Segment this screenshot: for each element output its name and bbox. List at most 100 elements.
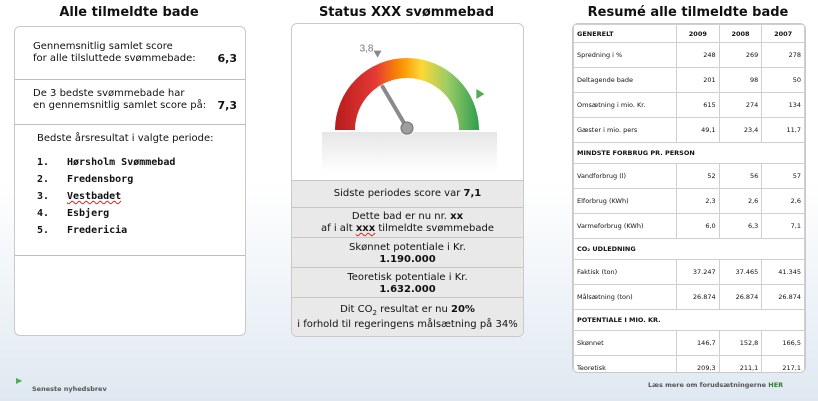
row-label: Vandforbrug (l) xyxy=(573,163,677,189)
best-results-heading: Bedste årsresultat i valgte periode: xyxy=(37,133,214,144)
co2-result-row: Dit CO2 resultat er nu 20% i forhold til… xyxy=(292,297,523,336)
row-value: 269 xyxy=(718,42,763,68)
left-title: Alle tilmeldte bade xyxy=(59,5,199,20)
row-label: Gæster i mio. pers xyxy=(573,117,677,143)
pool-status-card: 3,8 Sidste periodes score var 7,1 Dette … xyxy=(291,23,524,337)
best-results-section: Bedste årsresultat i valgte periode: 1. H… xyxy=(15,125,245,256)
header-cell: 2007 xyxy=(761,24,805,43)
gauge-marker-triangle xyxy=(373,50,382,58)
avg-score-label-1: Gennemsnitlig samlet score xyxy=(33,41,173,52)
header-cell: GENERELT xyxy=(573,24,677,43)
row-value: 6,0 xyxy=(676,213,720,239)
table-section-row: CO₂ UDLEDNING xyxy=(573,238,805,260)
section-title: MINDSTE FORBRUG PR. PERSON xyxy=(573,142,805,164)
table-row: Vandforbrug (l) 52 56 57 xyxy=(573,163,805,189)
header-cell: 2009 xyxy=(676,24,720,43)
section-title: CO₂ UDLEDNING xyxy=(573,238,805,260)
table-header-row: GENERELT 2009 2008 2007 xyxy=(573,24,805,43)
mid-title: Status XXX svømmebad xyxy=(318,5,495,20)
row-value: 23,4 xyxy=(718,117,763,143)
list-item: 5. Fredericia xyxy=(37,225,128,236)
last-score-row: Sidste periodes score var 7,1 xyxy=(292,180,523,207)
row-value: 201 xyxy=(676,67,720,93)
row-value: 2,6 xyxy=(761,188,805,214)
table-row: Omsætning i mio. Kr. 615 274 134 xyxy=(573,92,805,118)
row-label: Elforbrug (KWh) xyxy=(573,188,677,214)
gauge-needle xyxy=(380,84,414,135)
row-value: 26.874 xyxy=(718,284,763,310)
row-value: 98 xyxy=(718,67,763,93)
row-value: 52 xyxy=(676,163,720,189)
row-value: 615 xyxy=(676,92,720,118)
table-row: Teoretisk 209,3 211,1 217,1 xyxy=(573,355,805,372)
gauge-arc xyxy=(335,58,479,130)
top3-score-section: De 3 bedste svømmebade har en gennemsnit… xyxy=(15,80,245,125)
row-value: 49,1 xyxy=(676,117,720,143)
row-value: 211,1 xyxy=(718,355,763,372)
table-row: Elforbrug (KWh) 2,3 2,6 2,6 xyxy=(573,188,805,214)
row-value: 26.874 xyxy=(676,284,720,310)
row-label: Omsætning i mio. Kr. xyxy=(573,92,677,118)
gauge-reflection xyxy=(322,132,497,172)
row-label: Målsætning (ton) xyxy=(573,284,677,310)
table-section-row: MINDSTE FORBRUG PR. PERSON xyxy=(573,142,805,164)
table-row: Spredning i % 248 269 278 xyxy=(573,42,805,68)
row-value: 278 xyxy=(761,42,805,68)
row-value: 209,3 xyxy=(676,355,720,372)
score-gauge: 3,8 xyxy=(292,24,523,180)
top3-score-value: 7,3 xyxy=(217,99,238,112)
list-item: 4. Esbjerg xyxy=(37,208,110,219)
theoretical-potential-row: Teoretisk potentiale i Kr. 1.632.000 xyxy=(292,267,523,297)
summary-table-body: GENERELT 2009 2008 2007 Spredning i % 248… xyxy=(573,24,805,372)
row-label: Spredning i % xyxy=(573,42,677,68)
gauge-marker-label: 3,8 xyxy=(360,44,374,55)
more-info-link[interactable]: HER xyxy=(768,381,783,389)
gauge-svg: 3,8 xyxy=(322,44,497,172)
summary-card: GENERELT 2009 2008 2007 Spredning i % 248… xyxy=(572,23,806,373)
all-pools-card: Gennemsnitlig samlet score for alle tils… xyxy=(14,26,246,336)
row-value: 2,3 xyxy=(676,188,720,214)
row-value: 50 xyxy=(761,67,805,93)
row-label: Deltagende bade xyxy=(573,67,677,93)
header-cell: 2008 xyxy=(718,24,763,43)
newsletter-link[interactable]: ▶ Seneste nyhedsbrev xyxy=(16,376,107,393)
row-value: 37.465 xyxy=(718,259,763,285)
estimated-potential-row: Skønnet potentiale i Kr. 1.190.000 xyxy=(292,237,523,267)
summary-table: GENERELT 2009 2008 2007 Spredning i % 248… xyxy=(573,24,805,372)
average-score-section: Gennemsnitlig samlet score for alle tils… xyxy=(15,27,245,80)
row-value: 166,5 xyxy=(761,330,805,356)
row-value: 274 xyxy=(718,92,763,118)
row-value: 37.247 xyxy=(676,259,720,285)
row-value: 134 xyxy=(761,92,805,118)
more-info-text: Læs mere om forudsætningerne HER xyxy=(648,381,784,389)
list-item: 3. Vestbadet xyxy=(37,191,122,202)
row-value: 41.345 xyxy=(761,259,805,285)
row-value: 57 xyxy=(761,163,805,189)
row-value: 152,8 xyxy=(718,330,763,356)
list-item: 2. Fredensborg xyxy=(37,174,134,185)
table-section-row: POTENTIALE I MIO. KR. xyxy=(573,309,805,331)
table-row: Faktisk (ton) 37.247 37.465 41.345 xyxy=(573,259,805,285)
row-label: Teoretisk xyxy=(573,355,677,372)
top3-label-2: en gennemsnitlig samlet score på: xyxy=(33,100,207,111)
table-row: Målsætning (ton) 26.874 26.874 26.874 xyxy=(573,284,805,310)
row-label: Varmeforbrug (KWh) xyxy=(573,213,677,239)
avg-score-label-2: for alle tilsluttede svømmebade: xyxy=(33,53,196,64)
row-value: 7,1 xyxy=(761,213,805,239)
list-item: 1. Hørsholm Svømmebad xyxy=(37,157,176,168)
row-value: 26.874 xyxy=(761,284,805,310)
row-value: 2,6 xyxy=(718,188,763,214)
top3-label-1: De 3 bedste svømmebade har xyxy=(33,88,185,99)
row-value: 217,1 xyxy=(761,355,805,372)
row-value: 146,7 xyxy=(676,330,720,356)
play-icon xyxy=(476,88,485,99)
right-title: Resumé alle tilmeldte bade xyxy=(587,5,789,20)
row-label: Faktisk (ton) xyxy=(573,259,677,285)
table-row: Skønnet 146,7 152,8 166,5 xyxy=(573,330,805,356)
row-value: 248 xyxy=(676,42,720,68)
row-value: 56 xyxy=(718,163,763,189)
section-title: POTENTIALE I MIO. KR. xyxy=(573,309,805,331)
row-value: 11,7 xyxy=(761,117,805,143)
best-results-list: 1. Hørsholm Svømmebad 2. Fredensborg 3. Ves… xyxy=(37,157,237,242)
row-label: Skønnet xyxy=(573,330,677,356)
